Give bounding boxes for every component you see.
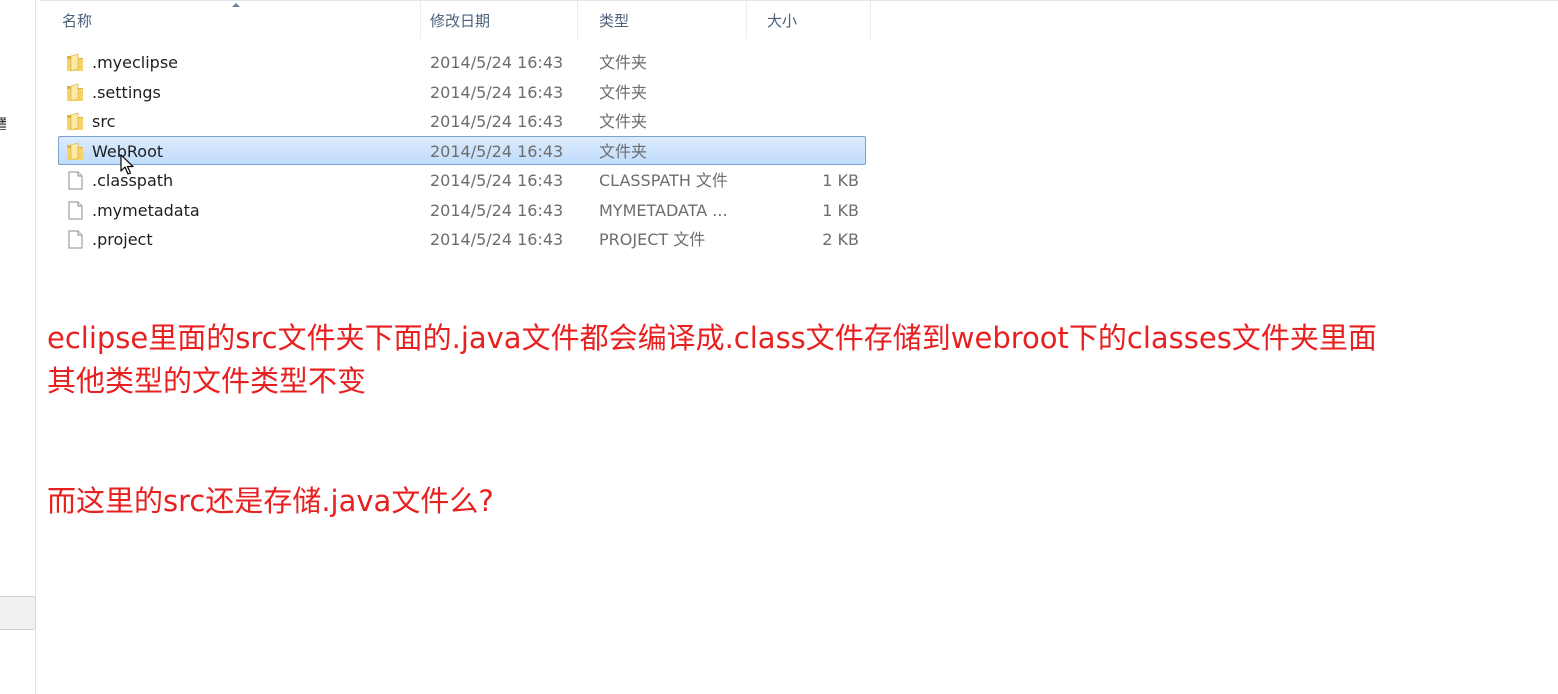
file-date: 2014/5/24 16:43 (430, 230, 564, 249)
file-date: 2014/5/24 16:43 (430, 171, 564, 190)
folder-icon (66, 83, 84, 102)
file-size: 1 KB (822, 200, 859, 220)
annotation-question: 而这里的src还是存储.java文件么? (47, 484, 494, 518)
file-row[interactable]: .settings 2014/5/24 16:43 文件夹 (58, 77, 866, 107)
column-header-type[interactable]: 类型 (577, 1, 747, 39)
folder-icon (66, 142, 84, 161)
file-size: 2 KB (822, 230, 859, 249)
file-row[interactable]: .project 2014/5/24 16:43 PROJECT 文件 2 KB (58, 224, 866, 254)
file-icon (66, 230, 84, 249)
nav-item-label[interactable]: 置 (0, 114, 6, 134)
file-date: 2014/5/24 16:43 (430, 141, 564, 161)
file-name: .settings (92, 82, 161, 102)
file-date: 2014/5/24 16:43 (430, 53, 564, 72)
file-type: MYMETADATA ... (599, 200, 728, 220)
file-icon (66, 201, 84, 220)
column-header-size[interactable]: 大小 (745, 1, 871, 39)
file-row[interactable]: .mymetadata 2014/5/24 16:43 MYMETADATA ...… (58, 195, 866, 225)
file-name: src (92, 112, 116, 131)
column-header-name[interactable]: 名称 (40, 1, 421, 39)
folder-icon (66, 53, 84, 72)
file-name: .myeclipse (92, 53, 179, 72)
file-list: .myeclipse 2014/5/24 16:43 文件夹 .settings 201… (58, 47, 866, 254)
file-row[interactable]: src 2014/5/24 16:43 文件夹 (58, 106, 866, 136)
column-header-row: 名称 修改日期 类型 大小 (40, 0, 1558, 39)
nav-scrollbar-thumb[interactable] (0, 596, 36, 630)
file-name: .project (92, 230, 153, 249)
file-type: 文件夹 (599, 112, 648, 131)
annotation-line-1: eclipse里面的src文件夹下面的.java文件都会编译成.class文件存… (47, 321, 1377, 355)
file-type: CLASSPATH 文件 (599, 171, 728, 190)
file-row[interactable]: WebRoot 2014/5/24 16:43 文件夹 (58, 135, 866, 165)
file-row[interactable]: .myeclipse 2014/5/24 16:43 文件夹 (58, 47, 866, 77)
file-name: .mymetadata (92, 200, 200, 220)
mouse-cursor-icon (120, 154, 134, 175)
file-size: 1 KB (822, 171, 859, 190)
navigation-pane: 置 (0, 0, 36, 694)
file-date: 2014/5/24 16:43 (430, 200, 564, 220)
annotation-line-2: 其他类型的文件类型不变 (47, 364, 367, 398)
file-date: 2014/5/24 16:43 (430, 112, 564, 131)
file-type: PROJECT 文件 (599, 230, 706, 249)
file-type: 文件夹 (599, 82, 648, 102)
file-type: 文件夹 (599, 141, 648, 161)
folder-icon (66, 112, 84, 131)
column-header-date[interactable]: 修改日期 (408, 1, 578, 39)
file-type: 文件夹 (599, 53, 648, 72)
file-row[interactable]: .classpath 2014/5/24 16:43 CLASSPATH 文件 1 K… (58, 165, 866, 195)
file-date: 2014/5/24 16:43 (430, 82, 564, 102)
file-icon (66, 171, 84, 190)
